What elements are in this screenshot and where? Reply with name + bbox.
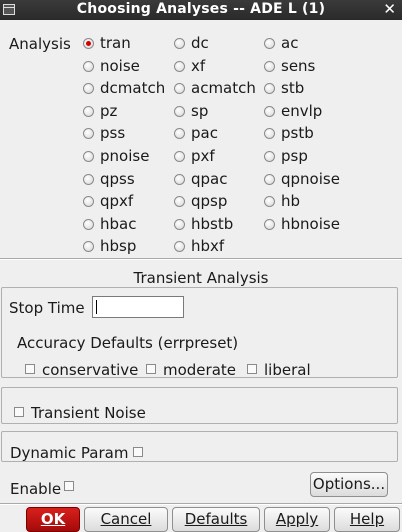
radio-hbac[interactable]	[83, 219, 94, 230]
radio-xf[interactable]	[174, 61, 185, 72]
radio-noise[interactable]	[83, 61, 94, 72]
radio-psp[interactable]	[264, 151, 275, 162]
options-button[interactable]: Options...	[310, 472, 388, 497]
radio-label-dc: dc	[191, 34, 209, 52]
radio-pz[interactable]	[83, 106, 94, 117]
radio-label-acmatch: acmatch	[191, 79, 256, 97]
radio-label-hbac: hbac	[100, 215, 137, 233]
radio-label-xf: xf	[191, 57, 206, 75]
radio-label-dcmatch: dcmatch	[100, 79, 166, 97]
text-caret	[96, 300, 97, 314]
radio-label-qpxf: qpxf	[100, 192, 134, 210]
radio-hb[interactable]	[264, 196, 275, 207]
ok-label: OK	[40, 510, 66, 528]
radio-pss[interactable]	[83, 128, 94, 139]
radio-qpss[interactable]	[83, 174, 94, 185]
radio-label-pz: pz	[100, 102, 118, 120]
radio-label-hb: hb	[281, 192, 301, 210]
radio-label-ac: ac	[281, 34, 299, 52]
radio-hbsp[interactable]	[83, 241, 94, 252]
defaults-button[interactable]: Defaults	[172, 507, 260, 532]
radio-sp[interactable]	[174, 106, 185, 117]
divider	[0, 503, 402, 505]
enable-label: Enable	[10, 480, 62, 498]
transient-noise-checkbox[interactable]	[14, 407, 24, 417]
apply-button[interactable]: Apply	[264, 507, 330, 532]
radio-dcmatch[interactable]	[83, 83, 94, 94]
radio-label-pac: pac	[191, 124, 218, 142]
ok-button[interactable]: OK	[26, 507, 80, 532]
radio-label-hbxf: hbxf	[191, 237, 225, 255]
radio-stb[interactable]	[264, 83, 275, 94]
radio-label-psp: psp	[281, 147, 308, 165]
radio-acmatch[interactable]	[174, 83, 185, 94]
radio-label-pstb: pstb	[281, 124, 314, 142]
radio-pxf[interactable]	[174, 151, 185, 162]
radio-label-sens: sens	[281, 57, 316, 75]
radio-dc[interactable]	[174, 38, 185, 49]
radio-label-pxf: pxf	[191, 147, 215, 165]
window-title: Choosing Analyses -- ADE L (1)	[76, 1, 326, 17]
radio-envlp[interactable]	[264, 106, 275, 117]
radio-hbnoise[interactable]	[264, 219, 275, 230]
radio-qpnoise[interactable]	[264, 174, 275, 185]
radio-label-envlp: envlp	[281, 102, 323, 120]
conservative-label: conservative	[42, 361, 139, 379]
radio-pstb[interactable]	[264, 128, 275, 139]
cancel-label: Cancel	[100, 510, 152, 528]
radio-label-stb: stb	[281, 79, 305, 97]
close-icon[interactable]: ✕	[383, 0, 396, 18]
liberal-checkbox[interactable]	[247, 364, 257, 374]
enable-checkbox[interactable]	[64, 481, 74, 491]
radio-label-qpac: qpac	[191, 170, 228, 188]
moderate-checkbox[interactable]	[146, 364, 156, 374]
defaults-label: Defaults	[184, 510, 248, 528]
radio-label-hbstb: hbstb	[191, 215, 234, 233]
radio-label-sp: sp	[191, 102, 209, 120]
radio-label-hbsp: hbsp	[100, 237, 137, 255]
radio-label-qpss: qpss	[100, 170, 135, 188]
accuracy-label: Accuracy Defaults (errpreset)	[17, 334, 239, 352]
radio-pac[interactable]	[174, 128, 185, 139]
radio-hbxf[interactable]	[174, 241, 185, 252]
analysis-label: Analysis	[9, 35, 71, 53]
cancel-button[interactable]: Cancel	[84, 507, 168, 532]
radio-ac[interactable]	[264, 38, 275, 49]
radio-qpac[interactable]	[174, 174, 185, 185]
radio-sens[interactable]	[264, 61, 275, 72]
transient-noise-label: Transient Noise	[31, 404, 146, 422]
radio-label-tran: tran	[100, 34, 131, 52]
radio-label-qpnoise: qpnoise	[281, 170, 340, 188]
radio-label-pss: pss	[100, 124, 126, 142]
radio-label-noise: noise	[100, 57, 140, 75]
dynamic-param-checkbox[interactable]	[133, 447, 143, 457]
title-bar: Choosing Analyses -- ADE L (1) ✕	[0, 0, 402, 20]
radio-label-hbnoise: hbnoise	[281, 215, 340, 233]
radio-pnoise[interactable]	[83, 151, 94, 162]
liberal-label: liberal	[264, 361, 311, 379]
radio-label-qpsp: qpsp	[191, 192, 228, 210]
radio-label-pnoise: pnoise	[100, 147, 150, 165]
stop-time-label: Stop Time	[9, 299, 85, 317]
radio-qpsp[interactable]	[174, 196, 185, 207]
radio-qpxf[interactable]	[83, 196, 94, 207]
help-button[interactable]: Help	[334, 507, 400, 532]
radio-hbstb[interactable]	[174, 219, 185, 230]
stop-time-field[interactable]	[92, 296, 184, 318]
moderate-label: moderate	[163, 361, 237, 379]
help-label: Help	[349, 510, 385, 528]
section-title: Transient Analysis	[133, 269, 269, 287]
radio-tran[interactable]	[83, 38, 94, 49]
apply-label: Apply	[275, 510, 319, 528]
conservative-checkbox[interactable]	[25, 364, 35, 374]
divider	[0, 258, 402, 260]
dynamic-param-label: Dynamic Param	[10, 444, 129, 462]
